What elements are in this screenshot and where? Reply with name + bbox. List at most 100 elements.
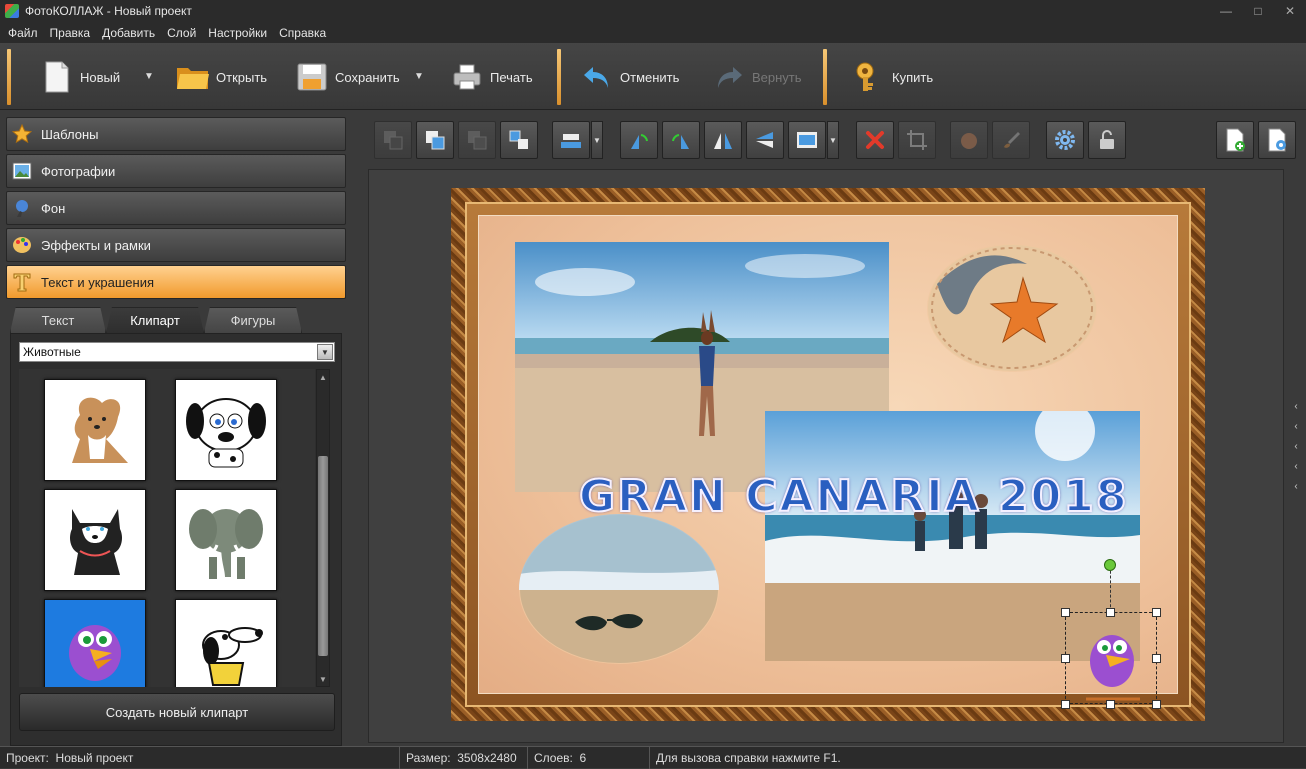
menu-file[interactable]: Файл	[2, 26, 44, 40]
fit-dropdown-icon[interactable]: ▼	[827, 121, 839, 159]
section-effects-label: Эффекты и рамки	[41, 237, 151, 253]
clipart-elephant[interactable]	[175, 489, 277, 591]
add-page-icon[interactable]	[1216, 121, 1254, 159]
expand-arrow-icon[interactable]: ‹	[1290, 481, 1302, 501]
redo-icon	[712, 60, 746, 94]
category-select-value: Животные	[23, 345, 81, 359]
undo-button-label: Отменить	[620, 69, 680, 85]
menu-help[interactable]: Справка	[273, 26, 332, 40]
resize-handle[interactable]	[1061, 608, 1070, 617]
scroll-up-icon[interactable]: ▲	[317, 370, 329, 384]
menu-edit[interactable]: Правка	[44, 26, 97, 40]
rotation-handle-line	[1110, 566, 1111, 612]
status-help-text: Для вызова справки нажмите F1.	[656, 750, 841, 765]
redo-button[interactable]: Вернуть	[712, 51, 802, 103]
resize-handle[interactable]	[1061, 700, 1070, 709]
section-photos[interactable]: Фотографии	[6, 154, 346, 188]
save-button[interactable]: Сохранить	[295, 51, 400, 103]
clipart-cartoon-dog[interactable]	[175, 599, 277, 687]
flip-vertical-icon[interactable]	[746, 121, 784, 159]
collage-title-text[interactable]: GRAN CANARIA 2018	[578, 470, 1139, 531]
rotate-left-icon[interactable]	[620, 121, 658, 159]
send-backward-icon[interactable]	[458, 121, 496, 159]
align-dropdown-icon[interactable]: ▼	[591, 121, 603, 159]
brush-icon[interactable]	[992, 121, 1030, 159]
tab-text[interactable]: Текст	[10, 307, 106, 333]
resize-handle[interactable]	[1106, 700, 1115, 709]
menu-settings[interactable]: Настройки	[202, 26, 273, 40]
clipart-husky-puppy[interactable]	[44, 489, 146, 591]
new-dropdown-icon[interactable]: ▼	[144, 71, 154, 82]
expand-arrow-icon[interactable]: ‹	[1290, 401, 1302, 421]
clipart-purple-bird[interactable]	[44, 599, 146, 687]
photo-starfish[interactable]	[927, 244, 1097, 372]
rotate-right-icon[interactable]	[662, 121, 700, 159]
rotation-handle[interactable]	[1104, 559, 1116, 571]
minimize-button[interactable]: —	[1210, 0, 1242, 22]
create-clipart-button[interactable]: Создать новый клипарт	[19, 693, 335, 731]
tab-clipart[interactable]: Клипарт	[106, 307, 204, 333]
section-effects[interactable]: Эффекты и рамки	[6, 228, 346, 262]
clipart-collie-dog[interactable]	[44, 379, 146, 481]
section-background-label: Фон	[41, 200, 66, 216]
buy-button[interactable]: Купить	[852, 51, 933, 103]
bring-forward-icon[interactable]	[416, 121, 454, 159]
page-settings-icon[interactable]	[1258, 121, 1296, 159]
category-select[interactable]: Животные ▼	[19, 342, 335, 362]
color-effects-icon[interactable]	[950, 121, 988, 159]
new-button[interactable]: Новый	[40, 51, 120, 103]
collage-page[interactable]: GRAN CANARIA 2018	[451, 188, 1205, 721]
undo-icon	[580, 60, 614, 94]
crop-icon[interactable]	[898, 121, 936, 159]
clipart-scrollbar[interactable]: ▲ ▼	[316, 369, 330, 687]
flip-horizontal-icon[interactable]	[704, 121, 742, 159]
gear-icon[interactable]	[1046, 121, 1084, 159]
clipart-grid	[19, 369, 315, 687]
section-background[interactable]: Фон	[6, 191, 346, 225]
lock-icon[interactable]	[1088, 121, 1126, 159]
menu-layer[interactable]: Слой	[161, 26, 202, 40]
chevron-down-icon[interactable]: ▼	[317, 344, 333, 360]
bring-to-front-icon[interactable]	[500, 121, 538, 159]
status-layers-label: Слоев:	[534, 750, 573, 765]
buy-button-label: Купить	[892, 69, 934, 85]
resize-handle[interactable]	[1152, 654, 1161, 663]
print-button-label: Печать	[490, 69, 533, 85]
menu-add[interactable]: Добавить	[96, 26, 161, 40]
photo-sunglasses[interactable]	[519, 514, 719, 664]
print-button[interactable]: Печать	[450, 51, 533, 103]
resize-handle[interactable]	[1152, 608, 1161, 617]
clipart-dalmatian-puppy[interactable]	[175, 379, 277, 481]
open-button[interactable]: Открыть	[176, 51, 267, 103]
expand-arrow-icon[interactable]: ‹	[1290, 441, 1302, 461]
status-project-value: Новый проект	[55, 750, 134, 765]
new-document-icon	[40, 60, 74, 94]
fit-icon[interactable]	[788, 121, 826, 159]
section-templates[interactable]: Шаблоны	[6, 117, 346, 151]
expand-arrow-icon[interactable]: ‹	[1290, 421, 1302, 441]
undo-button[interactable]: Отменить	[580, 51, 679, 103]
image-toolbar: ▼ ▼	[372, 117, 1296, 165]
resize-handle[interactable]	[1061, 654, 1070, 663]
status-size-value: 3508x2480	[457, 750, 517, 765]
selected-clipart-bird[interactable]	[1065, 612, 1157, 704]
send-to-back-icon[interactable]	[374, 121, 412, 159]
status-size: Размер: 3508x2480	[400, 746, 528, 769]
maximize-button[interactable]: □	[1242, 0, 1274, 22]
status-project-label: Проект:	[6, 750, 49, 765]
clipart-tabs: Текст Клипарт Фигуры	[10, 307, 342, 333]
align-icon[interactable]	[552, 121, 590, 159]
scroll-thumb[interactable]	[318, 456, 328, 656]
delete-icon[interactable]	[856, 121, 894, 159]
tab-shapes[interactable]: Фигуры	[204, 307, 302, 333]
resize-handle[interactable]	[1152, 700, 1161, 709]
expand-arrow-icon[interactable]: ‹	[1290, 461, 1302, 481]
resize-handle[interactable]	[1106, 608, 1115, 617]
scroll-down-icon[interactable]: ▼	[317, 672, 329, 686]
save-dropdown-icon[interactable]: ▼	[414, 71, 424, 82]
section-text-decor[interactable]: Текст и украшения	[6, 265, 346, 299]
clipart-panel: Животные ▼ ▲ ▼ Создать новый клипарт	[10, 333, 342, 746]
close-button[interactable]: ✕	[1274, 0, 1306, 22]
title-bar: ФотоКОЛЛАЖ - Новый проект — □ ✕	[0, 0, 1306, 22]
toolbar-separator	[557, 49, 561, 105]
